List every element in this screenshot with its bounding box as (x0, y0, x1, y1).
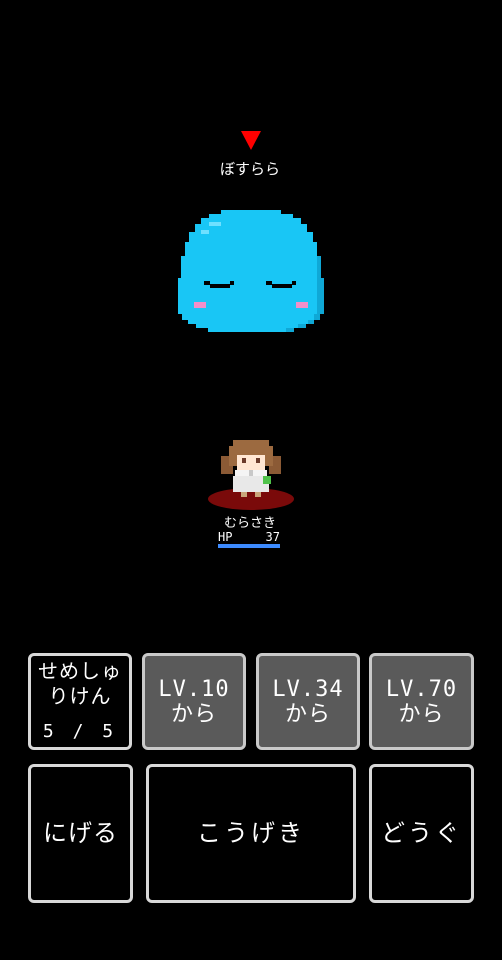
items-button[interactable]: どうぐ (369, 764, 474, 903)
run-button[interactable]: にげる (28, 764, 133, 903)
skill-label-line2: りけん (48, 684, 112, 708)
unlock-level: LV.10 (158, 676, 230, 702)
slime-enemy-icon[interactable] (176, 210, 326, 332)
girl-character-icon[interactable] (219, 436, 283, 500)
skill-uses-count: 5 / 5 (42, 721, 118, 742)
enemy-name: ぼすらら (219, 160, 280, 178)
hp-bar (218, 544, 280, 548)
locked-skill-lv34-button[interactable]: LV.34 から (256, 653, 360, 750)
target-marker-icon (241, 131, 261, 150)
locked-skill-lv70-button[interactable]: LV.70 から (369, 653, 474, 750)
hp-value: 37 (265, 530, 280, 544)
unlock-suffix: から (284, 701, 331, 727)
items-label: どうぐ (381, 819, 462, 847)
attack-label: こうげき (197, 819, 305, 847)
locked-skill-lv10-button[interactable]: LV.10 から (142, 653, 246, 750)
unlock-level: LV.34 (272, 676, 344, 702)
hp-label: HP (218, 530, 233, 544)
attack-button[interactable]: こうげき (146, 764, 356, 903)
hero-name: むらさき (223, 516, 276, 531)
unlock-suffix: から (398, 701, 445, 727)
run-label: にげる (43, 819, 118, 847)
hp-status: HP 37 (218, 530, 280, 548)
skill-button[interactable]: せめしゅ りけん 5 / 5 (28, 653, 132, 750)
skill-label-line1: せめしゅ (38, 659, 122, 683)
unlock-level: LV.70 (385, 676, 458, 702)
hp-bar-fill (218, 544, 280, 548)
unlock-suffix: から (170, 701, 217, 727)
